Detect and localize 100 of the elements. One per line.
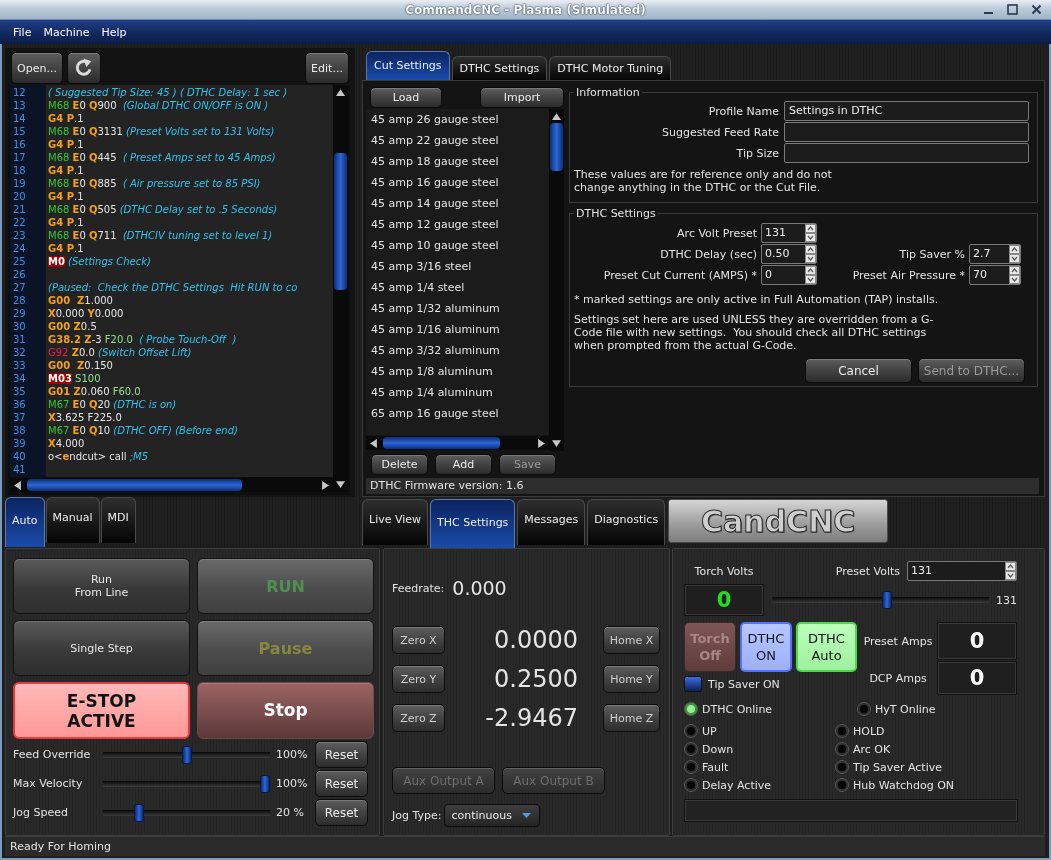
scroll-left-icon[interactable] <box>370 438 377 448</box>
zero-button[interactable]: Zero X <box>392 626 445 654</box>
vertical-scrollbar[interactable] <box>333 85 348 492</box>
scrollbar-thumb[interactable] <box>550 123 563 171</box>
stop-button[interactable]: Stop <box>197 682 374 739</box>
edit-button[interactable]: Edit... <box>305 52 349 84</box>
spin-up-icon[interactable] <box>1009 266 1020 275</box>
list-item[interactable]: 45 amp 16 gauge steel <box>366 172 549 193</box>
spin-down-icon[interactable] <box>1009 275 1020 284</box>
scrollbar-thumb[interactable] <box>383 437 500 449</box>
tab[interactable]: Messages <box>517 499 586 545</box>
list-item[interactable]: 45 amp 14 gauge steel <box>366 193 549 214</box>
line-number: 18 <box>12 164 27 177</box>
dialog-button[interactable]: Cancel <box>805 358 912 383</box>
spin-up-icon[interactable] <box>805 266 816 275</box>
spin-down-icon[interactable] <box>805 233 816 242</box>
list-item[interactable]: 45 amp 22 gauge steel <box>366 130 549 151</box>
menu-item[interactable]: Machine <box>37 25 96 39</box>
list-item[interactable]: 45 amp 1/4 aluminum <box>366 382 549 403</box>
list-item[interactable]: 45 amp 18 gauge steel <box>366 151 549 172</box>
list-item[interactable]: 45 amp 10 gauge steel <box>366 235 549 256</box>
list-action-button[interactable]: Delete <box>371 454 428 475</box>
scrollbar-thumb[interactable] <box>27 479 242 491</box>
scroll-left-icon[interactable] <box>14 480 21 490</box>
scroll-down-icon[interactable] <box>552 440 561 447</box>
scroll-right-icon[interactable] <box>538 438 545 448</box>
list-item[interactable]: 45 amp 26 gauge steel <box>366 109 549 130</box>
horizontal-scrollbar[interactable] <box>366 436 549 450</box>
reset-button[interactable]: Reset <box>315 770 368 797</box>
text-field[interactable] <box>784 143 1029 163</box>
tab[interactable]: Manual <box>45 497 100 543</box>
reset-button[interactable]: Reset <box>315 799 368 826</box>
emergency-stop-button[interactable]: E-STOP ACTIVE <box>13 682 190 739</box>
tab[interactable]: MDI <box>100 497 136 543</box>
spin-down-icon[interactable] <box>805 254 816 263</box>
open-button[interactable]: Open... <box>11 52 63 84</box>
zero-button[interactable]: Zero Z <box>392 704 445 732</box>
scrollbar-thumb[interactable] <box>334 153 347 290</box>
slider-thumb[interactable] <box>881 591 892 609</box>
spin-down-icon[interactable] <box>805 275 816 284</box>
horizontal-scrollbar[interactable] <box>10 478 333 492</box>
import-button[interactable]: Import <box>480 87 564 108</box>
tab[interactable]: Live View <box>362 499 429 545</box>
jog-type-dropdown[interactable]: continuous <box>444 804 541 827</box>
tab[interactable]: DTHC Motor Tuning <box>549 56 672 80</box>
zero-button[interactable]: Zero Y <box>392 665 445 693</box>
home-button[interactable]: Home X <box>603 626 660 654</box>
list-item[interactable]: 65 amp 16 gauge steel <box>366 403 549 424</box>
close-icon[interactable] <box>1030 3 1043 16</box>
spin-up-icon[interactable] <box>805 224 816 233</box>
spin-up-icon[interactable] <box>1009 245 1020 254</box>
dthc-toggle-button[interactable]: DTHC ON <box>740 622 792 672</box>
list-item[interactable]: 45 amp 1/32 aluminum <box>366 298 549 319</box>
tab[interactable]: Cut Settings <box>366 51 450 80</box>
home-button[interactable]: Home Z <box>603 704 660 732</box>
spin-up-icon[interactable] <box>1005 562 1016 571</box>
tab[interactable]: THC Settings <box>430 499 516 549</box>
scroll-right-icon[interactable] <box>322 480 329 490</box>
scroll-down-icon[interactable] <box>336 481 345 488</box>
home-button[interactable]: Home Y <box>603 665 660 693</box>
list-item[interactable]: 45 amp 3/16 steel <box>366 256 549 277</box>
menu-item[interactable]: Help <box>95 25 133 39</box>
spinbox[interactable]: 131 <box>761 223 817 243</box>
reset-button[interactable]: Reset <box>315 741 368 768</box>
code-line: (Paused: Check the DTHC Settings Hit RUN to co <box>47 281 298 294</box>
spin-down-icon[interactable] <box>1005 571 1016 580</box>
scroll-up-icon[interactable] <box>552 113 561 120</box>
list-action-button[interactable]: Add <box>435 454 492 475</box>
maximize-icon[interactable] <box>1006 3 1019 16</box>
list-item[interactable]: 45 amp 1/16 aluminum <box>366 319 549 340</box>
code-line: G38.2 Z-3 F20.0 ( Probe Touch-Off ) <box>47 333 237 346</box>
load-button[interactable]: Load <box>370 87 442 108</box>
scroll-up-icon[interactable] <box>336 89 345 96</box>
slider-thumb[interactable] <box>260 774 270 793</box>
code-editor[interactable] <box>8 85 350 495</box>
control-button[interactable]: Run From Line <box>13 558 190 614</box>
list-item[interactable]: 45 amp 12 gauge steel <box>366 214 549 235</box>
tab[interactable]: DTHC Settings <box>451 56 548 80</box>
tab[interactable]: Diagnostics <box>587 499 666 545</box>
control-button[interactable]: Single Step <box>13 620 190 676</box>
indicator-label: Delay Active <box>702 778 772 792</box>
slider-thumb[interactable] <box>134 803 145 822</box>
spinbox[interactable]: 2.7 <box>969 244 1021 264</box>
spinbox[interactable]: 70 <box>969 265 1021 285</box>
text-field[interactable] <box>784 122 1029 142</box>
spinbox[interactable]: 131 <box>907 561 1017 581</box>
spin-down-icon[interactable] <box>1009 254 1020 263</box>
refresh-button[interactable] <box>67 52 101 84</box>
auto-mode-button[interactable]: DTHC Auto <box>796 622 857 672</box>
spin-up-icon[interactable] <box>805 245 816 254</box>
menu-item[interactable]: File <box>7 25 38 39</box>
list-item[interactable]: 45 amp 1/8 aluminum <box>366 361 549 382</box>
spinbox[interactable]: 0 <box>761 265 817 285</box>
tab[interactable]: Auto <box>5 497 45 547</box>
list-item[interactable]: 45 amp 1/4 steel <box>366 277 549 298</box>
spinbox[interactable]: 0.50 <box>761 244 817 264</box>
list-item[interactable]: 45 amp 3/32 aluminum <box>366 340 549 361</box>
vertical-scrollbar[interactable] <box>549 109 564 451</box>
slider-thumb[interactable] <box>181 745 192 764</box>
text-field[interactable]: Settings in DTHC <box>784 101 1029 121</box>
